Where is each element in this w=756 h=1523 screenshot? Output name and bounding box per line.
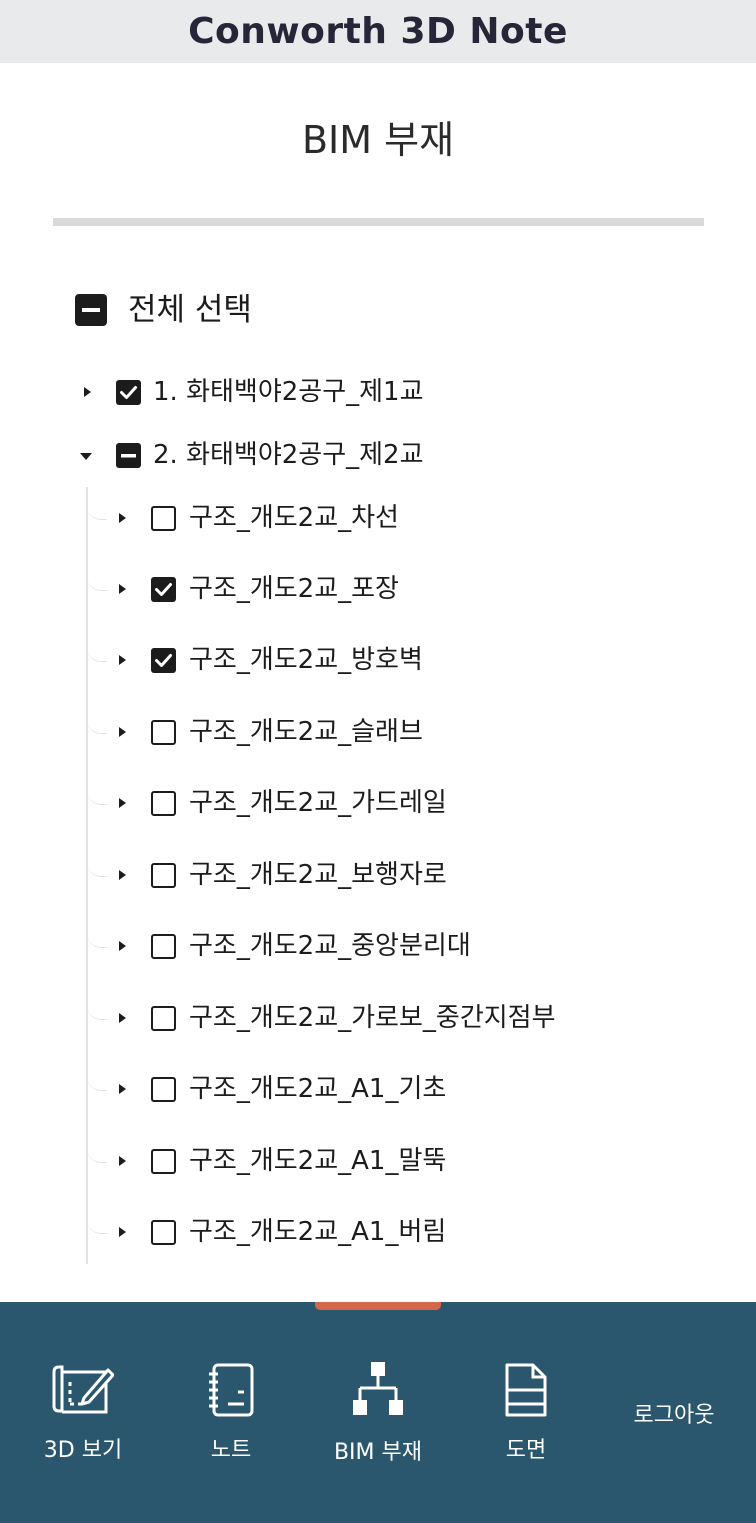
nav-note[interactable]: 노트 [168, 1302, 294, 1523]
caret-right-icon[interactable] [115, 1225, 129, 1239]
title-divider [53, 218, 704, 226]
child-checkbox[interactable] [151, 577, 176, 602]
caret-right-icon[interactable] [115, 725, 129, 739]
group-checkbox-1[interactable] [116, 380, 141, 405]
nav-bim-members[interactable]: BIM 부재 [315, 1302, 441, 1523]
check-icon [120, 386, 137, 399]
check-icon [155, 583, 172, 596]
hierarchy-icon [353, 1362, 403, 1415]
logout-label: 로그아웃 [633, 1403, 715, 1428]
nav-drawing[interactable]: 도면 [463, 1302, 589, 1523]
select-all-label[interactable]: 전체 선택 [128, 290, 252, 330]
child-checkbox[interactable] [151, 648, 176, 673]
caret-right-icon[interactable] [115, 868, 129, 882]
child-label[interactable]: 구조_개도2교_슬래브 [189, 715, 423, 749]
app-header: Conworth 3D Note [0, 0, 756, 63]
tree-connector [87, 933, 107, 948]
page-title: BIM 부재 [301, 118, 455, 162]
child-checkbox[interactable] [151, 863, 176, 888]
nav-label: 도면 [505, 1438, 547, 1463]
caret-right-icon[interactable] [115, 653, 129, 667]
group-checkbox-2[interactable] [116, 443, 141, 468]
nav-logout[interactable]: 로그아웃 [611, 1302, 737, 1523]
tree-connector [87, 1005, 107, 1020]
tree-connector [87, 1219, 107, 1234]
child-label[interactable]: 구조_개도2교_포장 [189, 572, 399, 606]
nav-label: 노트 [210, 1438, 252, 1463]
blueprint-pencil-icon [52, 1365, 114, 1414]
caret-down-icon[interactable] [79, 449, 93, 463]
select-all-checkbox[interactable] [75, 294, 107, 326]
caret-right-icon[interactable] [115, 511, 129, 525]
minus-icon [82, 308, 100, 312]
child-checkbox[interactable] [151, 934, 176, 959]
child-label[interactable]: 구조_개도2교_차선 [189, 501, 399, 535]
caret-right-icon[interactable] [115, 1154, 129, 1168]
minus-icon [121, 454, 136, 458]
child-label[interactable]: 구조_개도2교_중앙분리대 [189, 929, 471, 963]
nav-label: BIM 부재 [333, 1440, 423, 1465]
tree-connector [87, 790, 107, 805]
child-label[interactable]: 구조_개도2교_방호벽 [189, 643, 423, 677]
tree-connector [87, 862, 107, 877]
child-label[interactable]: 구조_개도2교_가로보_중간지점부 [189, 1001, 556, 1035]
caret-right-icon[interactable] [115, 796, 129, 810]
child-checkbox[interactable] [151, 506, 176, 531]
child-label[interactable]: 구조_개도2교_A1_버림 [189, 1215, 446, 1249]
child-label[interactable]: 구조_개도2교_A1_기초 [189, 1072, 446, 1106]
caret-right-icon[interactable] [115, 939, 129, 953]
tree-connector [87, 647, 107, 662]
tree-connector [87, 505, 107, 520]
document-icon [505, 1363, 547, 1417]
child-checkbox[interactable] [151, 1220, 176, 1245]
tree-connector [87, 1148, 107, 1163]
caret-right-icon[interactable] [115, 1011, 129, 1025]
caret-right-icon[interactable] [115, 582, 129, 596]
child-checkbox[interactable] [151, 720, 176, 745]
child-label[interactable]: 구조_개도2교_보행자로 [189, 858, 447, 892]
child-label[interactable]: 구조_개도2교_A1_말뚝 [189, 1144, 446, 1178]
nav-3d-view[interactable]: 3D 보기 [20, 1302, 146, 1523]
tree-connector [87, 1076, 107, 1091]
child-checkbox[interactable] [151, 1006, 176, 1031]
app-title: Conworth 3D Note [188, 11, 568, 52]
child-checkbox[interactable] [151, 791, 176, 816]
child-checkbox[interactable] [151, 1077, 176, 1102]
group-label-2[interactable]: 2. 화태백야2공구_제2교 [153, 438, 424, 472]
tree-connector [87, 576, 107, 591]
caret-right-icon[interactable] [80, 385, 94, 399]
child-label[interactable]: 구조_개도2교_가드레일 [189, 786, 447, 820]
check-icon [155, 654, 172, 667]
group-label-1[interactable]: 1. 화태백야2공구_제1교 [153, 375, 424, 409]
nav-label: 3D 보기 [43, 1438, 123, 1463]
child-checkbox[interactable] [151, 1149, 176, 1174]
tree-connector [87, 719, 107, 734]
caret-right-icon[interactable] [115, 1082, 129, 1096]
notebook-icon [209, 1363, 254, 1417]
